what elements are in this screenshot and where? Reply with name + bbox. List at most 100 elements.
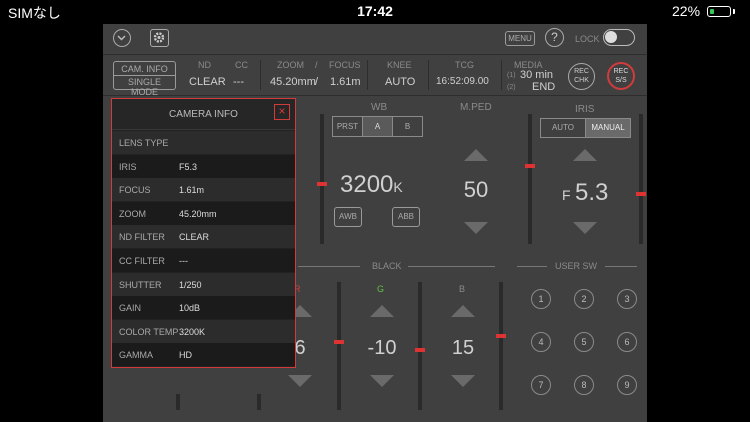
black-g-up-arrow[interactable] [370,305,394,317]
camera-info-value: CLEAR [179,232,210,243]
media-slot1-value: 30 min [520,69,554,81]
zoom-focus-sep-value: / [315,76,319,88]
black-r-down-arrow[interactable] [288,375,312,387]
usersw-divider-left [517,266,547,267]
black-g-value: -10 [367,337,397,359]
rec-start-stop-button[interactable]: REC S/S [607,62,635,90]
iris-manual-button[interactable]: MANUAL [585,118,631,138]
wb-preset-b[interactable]: B [392,116,423,137]
nd-value: CLEAR [189,76,226,88]
camera-info-value: 45.20mm [179,208,217,219]
black-title: BLACK [372,261,402,271]
camera-info-value: --- [179,256,188,266]
user-sw-button-3[interactable]: 3 [617,289,637,309]
user-sw-button-8[interactable]: 8 [574,375,594,395]
cc-label: CC [235,60,248,70]
user-sw-button-1[interactable]: 1 [531,289,551,309]
lock-label: LOCK [575,34,600,44]
black-g-slider-knob[interactable] [415,348,425,352]
media-slot2-value: END [532,81,556,93]
camera-info-key: FOCUS [119,185,151,196]
iris-prefix: F [562,187,571,203]
wb-value-display: 3200K [340,171,403,199]
camera-info-row: IRIS F5.3 [112,154,295,178]
clock: 17:42 [357,3,393,19]
wb-slider-track[interactable] [317,114,327,244]
chevron-down-icon [117,35,126,41]
user-sw-button-4[interactable]: 4 [531,332,551,352]
usersw-divider-right [605,266,637,267]
wb-preset-a-label: A [374,122,381,131]
iris-up-arrow[interactable] [573,149,597,161]
rec-chk-top-label: REC [574,68,589,75]
cam-info-button[interactable]: CAM. INFO SINGLE MODE [113,61,176,97]
user-sw-button-7[interactable]: 7 [531,375,551,395]
info-strip-divider-bottom [103,95,647,96]
lock-toggle[interactable] [603,29,635,46]
black-g-slider-track[interactable] [415,282,425,410]
menu-button[interactable]: MENU [505,31,535,46]
black-b-label: B [459,284,466,294]
single-mode-label: SINGLE MODE [127,77,161,97]
close-icon: × [278,104,286,118]
black-b-slider-track[interactable] [496,282,506,410]
camera-info-key: GAMMA [119,350,154,361]
user-sw-button-2[interactable]: 2 [574,289,594,309]
settings-button[interactable] [150,29,169,47]
user-sw-button-label: 9 [624,380,630,390]
awb-button[interactable]: AWB [334,207,362,227]
abb-button[interactable]: ABB [392,207,420,227]
mped-title: M.PED [460,102,492,113]
black-r-slider-track[interactable] [334,282,344,410]
camera-info-key: IRIS [119,161,137,172]
mped-up-arrow[interactable] [464,149,488,161]
help-button[interactable]: ? [545,28,564,47]
user-sw-button-5[interactable]: 5 [574,332,594,352]
tcg-value: 16:52:09.00 [436,76,489,87]
iris-title: IRIS [575,104,595,115]
strip-divider-1 [260,60,261,90]
camera-info-key: COLOR TEMP [119,326,179,337]
black-b-down-arrow[interactable] [451,375,475,387]
user-sw-button-9[interactable]: 9 [617,375,637,395]
black-b-slider-knob[interactable] [496,334,506,338]
rec-chk-bottom-label: CHK [574,77,589,84]
iris-auto-button[interactable]: AUTO [540,118,586,138]
abb-label: ABB [397,212,414,221]
wb-preset-group: PRST A B [332,116,424,137]
black-b-up-arrow[interactable] [451,305,475,317]
wb-unit: K [393,179,403,195]
iris-down-arrow[interactable] [573,222,597,234]
help-icon: ? [551,30,558,44]
iris-value: 5.3 [575,179,609,206]
wb-preset-a[interactable]: A [362,116,393,137]
collapse-button[interactable] [113,29,131,47]
camera-info-popup: CAMERA INFO × LENS TYPE IRIS F5.3 FOCUS 1.61… [111,98,296,368]
camera-info-row: GAIN 10dB [112,296,295,320]
knee-value: AUTO [385,76,416,88]
mped-down-arrow[interactable] [464,222,488,234]
iris-fine-slider-knob[interactable] [636,192,646,196]
camera-info-row: GAMMA HD [112,343,295,367]
iris-slider-track[interactable] [525,114,535,244]
status-bar: SIMなし 17:42 22% [0,0,750,24]
camera-info-row: LENS TYPE [112,131,295,154]
zoom-value: 45.20mm [270,76,316,88]
wb-value: 3200 [340,171,394,198]
user-sw-button-label: 1 [538,294,544,304]
camera-info-value: F5.3 [179,161,198,172]
black-g-down-arrow[interactable] [370,375,394,387]
user-sw-button-label: 4 [538,337,544,347]
mped-value: 50 [463,177,489,202]
camera-info-close-button[interactable]: × [274,104,290,120]
black-r-slider-knob[interactable] [334,340,344,344]
wb-preset-prst[interactable]: PRST [332,116,363,137]
iris-slider-knob[interactable] [525,164,535,168]
rec-chk-button[interactable]: REC CHK [568,63,595,90]
strip-divider-3 [428,60,429,90]
wb-slider-knob[interactable] [317,182,327,186]
battery-percent: 22% [672,3,701,19]
user-sw-button-label: 3 [624,294,630,304]
user-sw-button-6[interactable]: 6 [617,332,637,352]
iris-fine-slider-track[interactable] [636,114,646,244]
